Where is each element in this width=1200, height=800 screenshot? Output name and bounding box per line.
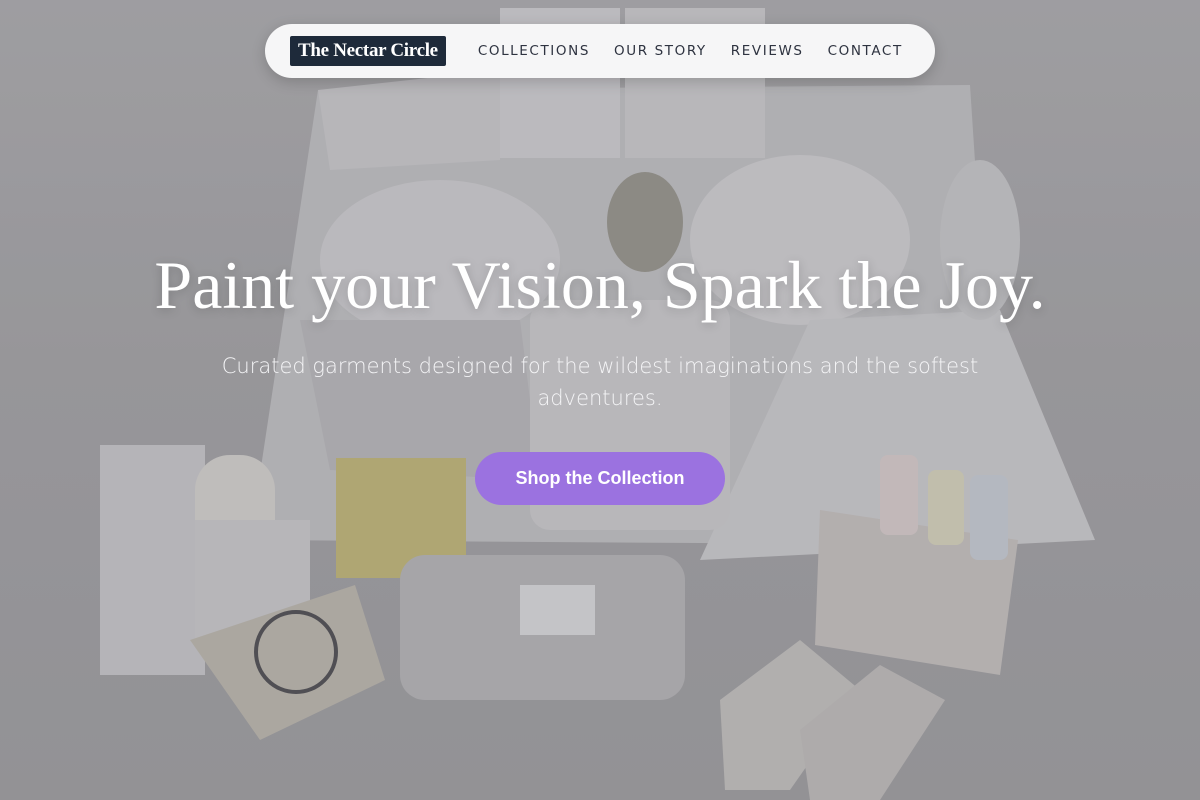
nav-link-reviews[interactable]: REVIEWS	[731, 43, 804, 59]
nav-link-our-story[interactable]: OUR STORY	[614, 43, 707, 59]
hero-section: Paint your Vision, Spark the Joy. Curate…	[150, 248, 1050, 505]
hero-subtitle: Curated garments designed for the wildes…	[221, 354, 979, 410]
brand-logo[interactable]: The Nectar Circle	[290, 36, 446, 66]
nav-links: COLLECTIONS OUR STORY REVIEWS CONTACT	[478, 43, 903, 59]
nav-link-contact[interactable]: CONTACT	[828, 43, 903, 59]
top-navigation: The Nectar Circle COLLECTIONS OUR STORY …	[265, 24, 935, 78]
shop-collection-button[interactable]: Shop the Collection	[475, 452, 725, 505]
nav-link-collections[interactable]: COLLECTIONS	[478, 43, 590, 59]
hero-title: Paint your Vision, Spark the Joy.	[154, 247, 1046, 323]
